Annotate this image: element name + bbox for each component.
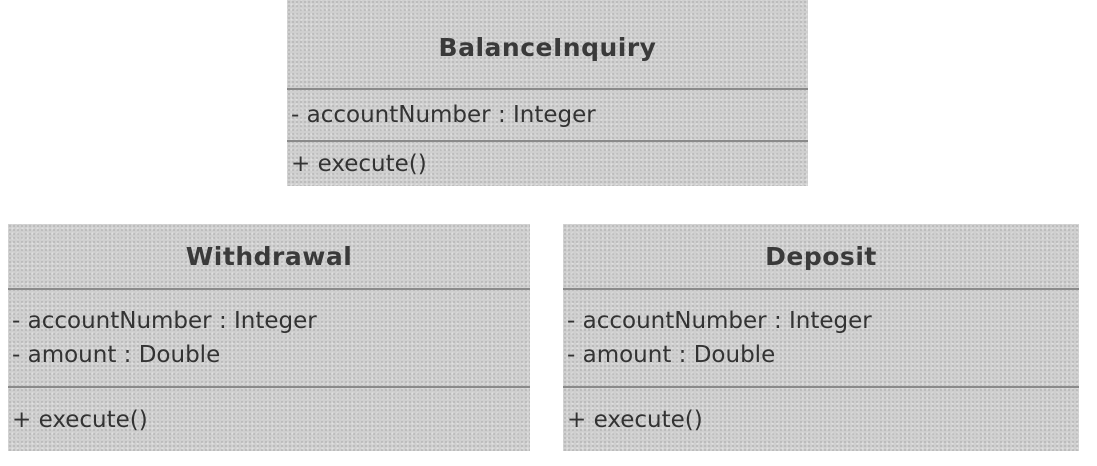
operations-compartment: + execute() (563, 386, 1079, 451)
operations-compartment: + execute() (287, 140, 808, 186)
attributes-compartment: - accountNumber : Integer (287, 88, 808, 140)
class-name: Withdrawal (185, 241, 353, 271)
class-name: BalanceInquiry (438, 32, 657, 62)
attribute: - amount : Double (12, 342, 221, 368)
attribute: - accountNumber : Integer (12, 308, 317, 334)
attributes-compartment: - accountNumber : Integer - amount : Dou… (8, 288, 530, 386)
operations-compartment: + execute() (8, 386, 530, 451)
class-name: Deposit (765, 241, 877, 271)
attribute: - accountNumber : Integer (291, 102, 596, 128)
operation: + execute() (291, 151, 427, 177)
uml-class-balance-inquiry: BalanceInquiry - accountNumber : Integer… (287, 0, 808, 186)
attribute: - accountNumber : Integer (567, 308, 872, 334)
attributes-compartment: - accountNumber : Integer - amount : Dou… (563, 288, 1079, 386)
attribute: - amount : Double (567, 342, 776, 368)
operation: + execute() (567, 406, 703, 433)
uml-class-withdrawal: Withdrawal - accountNumber : Integer - a… (8, 224, 530, 451)
operation: + execute() (12, 406, 148, 433)
uml-class-deposit: Deposit - accountNumber : Integer - amou… (563, 224, 1079, 451)
